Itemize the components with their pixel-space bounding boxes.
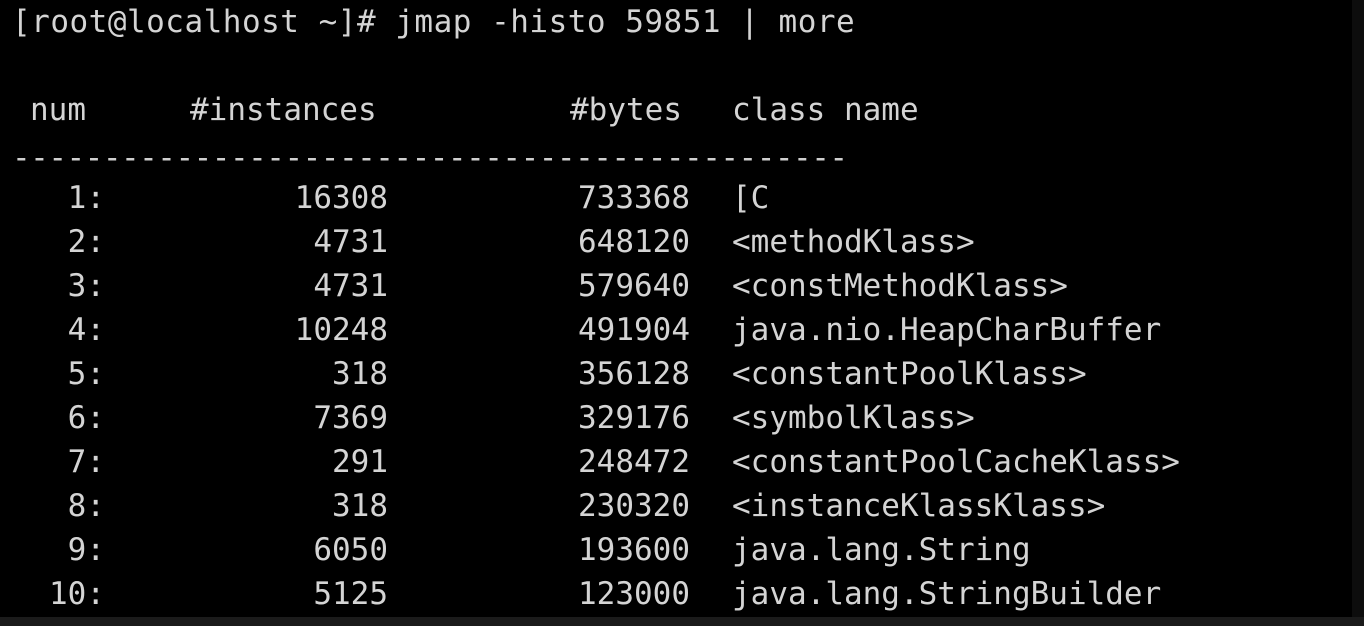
row-num: 6:	[67, 400, 105, 436]
row-instances: 6050	[313, 532, 388, 568]
command-prompt: [root@localhost ~]# jmap -histo 59851 | …	[12, 4, 856, 40]
row-class-name: [C	[732, 180, 770, 216]
row-bytes: 123000	[578, 576, 690, 612]
row-class-name: java.nio.HeapCharBuffer	[732, 312, 1162, 348]
row-instances: 7369	[313, 400, 388, 436]
row-class-name: java.lang.String	[732, 532, 1031, 568]
row-instances: 4731	[313, 268, 388, 304]
row-class-name: <methodKlass>	[732, 224, 975, 260]
row-bytes: 329176	[578, 400, 690, 436]
row-bytes: 248472	[578, 444, 690, 480]
terminal-bottom-border	[0, 617, 1364, 626]
row-num: 2:	[67, 224, 105, 260]
row-bytes: 579640	[578, 268, 690, 304]
row-instances: 16308	[294, 180, 388, 216]
row-bytes: 491904	[578, 312, 690, 348]
row-bytes: 193600	[578, 532, 690, 568]
row-instances: 4731	[313, 224, 388, 260]
row-num: 4:	[67, 312, 105, 348]
row-num: 1:	[67, 180, 105, 216]
header-num: num	[30, 92, 86, 128]
row-class-name: <symbolKlass>	[732, 400, 975, 436]
row-instances: 291	[332, 444, 388, 480]
row-class-name: <constantPoolCacheKlass>	[732, 444, 1180, 480]
row-instances: 318	[332, 488, 388, 524]
row-num: 9:	[67, 532, 105, 568]
header-bytes: #bytes	[570, 92, 682, 128]
header-separator: ----------------------------------------…	[12, 140, 848, 176]
row-class-name: <instanceKlassKlass>	[732, 488, 1106, 524]
row-bytes: 230320	[578, 488, 690, 524]
row-bytes: 356128	[578, 356, 690, 392]
row-class-name: java.lang.StringBuilder	[732, 576, 1162, 612]
row-num: 3:	[67, 268, 105, 304]
row-instances: 5125	[313, 576, 388, 612]
row-bytes: 648120	[578, 224, 690, 260]
row-num: 8:	[67, 488, 105, 524]
header-instances: #instances	[190, 92, 377, 128]
row-instances: 10248	[294, 312, 388, 348]
row-class-name: <constantPoolKlass>	[732, 356, 1087, 392]
row-num: 5:	[67, 356, 105, 392]
header-class-name: class name	[732, 92, 919, 128]
row-num: 7:	[67, 444, 105, 480]
row-class-name: <constMethodKlass>	[732, 268, 1068, 304]
row-num: 10:	[49, 576, 105, 612]
terminal-window[interactable]: [root@localhost ~]# jmap -histo 59851 | …	[0, 0, 1364, 617]
row-bytes: 733368	[578, 180, 690, 216]
row-instances: 318	[332, 356, 388, 392]
